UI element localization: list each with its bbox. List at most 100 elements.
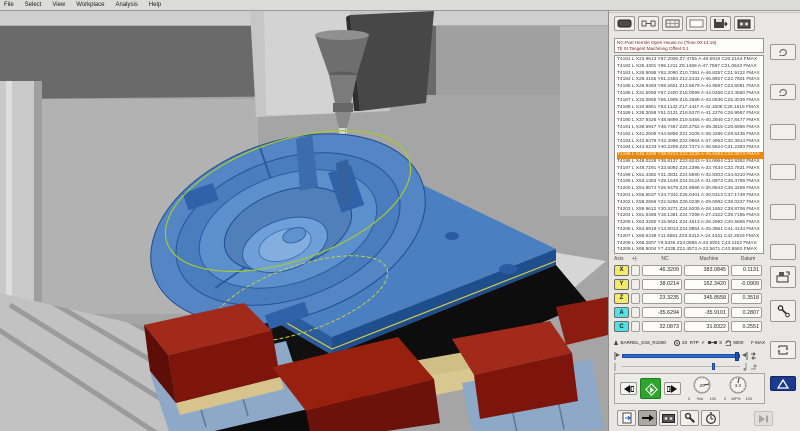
simulation-controls: 20 0 %/s 100 3.0 0 WF% 100 bbox=[614, 373, 765, 404]
nc-line[interactable]: T4190 L X37.9426 Y48.8899 Z19.5456 A-40.… bbox=[617, 118, 763, 125]
time-analysis-button[interactable] bbox=[701, 410, 720, 426]
axis-datum-value: 0.2551 bbox=[731, 321, 762, 333]
nc-line[interactable]: T4185 L X29.9483 Y59.2601 Z13.6679 A-44.… bbox=[617, 84, 763, 91]
cassette-small-icon bbox=[662, 413, 675, 423]
axis-sign-box[interactable] bbox=[631, 307, 640, 319]
secondary-slider[interactable] bbox=[622, 363, 740, 370]
loop-mode-button[interactable] bbox=[770, 341, 796, 359]
rotate-view-button-2[interactable] bbox=[770, 84, 796, 100]
rotation-icon bbox=[725, 340, 731, 346]
nc-line[interactable]: T4182 L X25.4301 Y65.1211 Z9.1468 A-47.7… bbox=[617, 64, 763, 71]
axis-nc-value: 32.0873 bbox=[642, 321, 682, 333]
rotate-view-button-1[interactable] bbox=[770, 44, 796, 60]
menu-item-file[interactable]: File bbox=[4, 2, 14, 8]
arrow-right-icon bbox=[641, 414, 654, 422]
check-icon: ✓ bbox=[701, 339, 706, 345]
start-simulation-button[interactable] bbox=[640, 378, 661, 399]
fixture-view-icon[interactable] bbox=[638, 16, 659, 31]
tool-change-button[interactable] bbox=[770, 266, 796, 288]
skip-to-end-icon bbox=[759, 414, 768, 423]
nc-line[interactable]: T4197 L X49.7291 Y33.6092 Z24.2396 A-33.… bbox=[617, 166, 763, 173]
machine-settings-button[interactable] bbox=[770, 300, 796, 322]
menu-item-select[interactable]: Select bbox=[25, 2, 42, 8]
speed-dial-value: 20 bbox=[699, 383, 705, 388]
step-back-button[interactable] bbox=[620, 382, 637, 395]
nc-line-current[interactable]: T4195 L X46.3209 Y38.0214 Z23.3235 A-35.… bbox=[617, 152, 763, 159]
view-mode-toolbar bbox=[614, 16, 755, 31]
rotate-arrows-icon bbox=[778, 49, 787, 56]
wireframe-view-icon[interactable] bbox=[662, 16, 683, 31]
axis-machine-value: 162.3420 bbox=[684, 278, 729, 290]
nc-line[interactable]: T4192 L X41.2605 Y44.5859 Z21.3105 A-38.… bbox=[617, 132, 763, 139]
axis-sign-box[interactable] bbox=[631, 292, 640, 304]
nc-line[interactable]: T4187 L X33.0855 Y55.1905 Z16.2689 A-43.… bbox=[617, 98, 763, 105]
blank-view-icon[interactable] bbox=[686, 16, 707, 31]
collision-warning-button[interactable] bbox=[770, 376, 796, 391]
nc-line[interactable]: T4181 L X23.9613 Y67.2006 Z7.4755 A-48.6… bbox=[617, 57, 763, 64]
axis-nc-value: 23.3235 bbox=[642, 292, 682, 304]
axis-sign-box[interactable] bbox=[631, 321, 640, 333]
skip-to-end-button[interactable] bbox=[754, 411, 773, 426]
tool-settings-button[interactable] bbox=[680, 410, 699, 426]
nc-line[interactable]: T4186 L X31.5056 Y57.2400 Z15.0099 A-44.… bbox=[617, 91, 763, 98]
menu-item-analysis[interactable]: Analysis bbox=[116, 2, 138, 8]
nc-line-list[interactable]: T4181 L X23.9613 Y67.2006 Z7.4755 A-48.6… bbox=[614, 55, 764, 254]
feed-override-dial[interactable]: 3.0 0 WF% 100 bbox=[723, 376, 753, 401]
axis-row-c: C 32.0873 31.8322 0.2551 bbox=[614, 320, 766, 334]
nc-tape-button[interactable] bbox=[659, 410, 678, 426]
axis-label-y[interactable]: Y bbox=[614, 278, 629, 290]
rail-button-6[interactable] bbox=[770, 244, 796, 260]
axis-sign-box[interactable] bbox=[631, 278, 640, 290]
nc-line[interactable]: T4209 L X69.9004 Y7.4338 Z22.4573 A-22.5… bbox=[617, 247, 763, 253]
swap-range-icon[interactable] bbox=[750, 351, 757, 360]
jump-icon[interactable] bbox=[750, 363, 757, 371]
axis-machine-value: -35.9101 bbox=[684, 307, 729, 319]
rail-button-3[interactable] bbox=[770, 124, 796, 140]
block-start-icon bbox=[614, 351, 620, 360]
nc-line[interactable]: T4207 L X66.6439 Y11.6581 Z23.6312 A-24.… bbox=[617, 234, 763, 241]
axis-nc-value: 46.3209 bbox=[642, 264, 682, 276]
rail-button-5[interactable] bbox=[770, 204, 796, 220]
3d-viewport[interactable] bbox=[0, 11, 608, 431]
nc-line[interactable]: T4202 L X58.2656 Y22.5266 Z25.0238 A-29.… bbox=[617, 200, 763, 207]
nc-simulation-panel: NC simulation × NC-Part Hermle Open Hous… bbox=[608, 0, 800, 431]
speed-dial[interactable]: 20 0 %/s 100 bbox=[687, 376, 717, 401]
axis-label-z[interactable]: Z bbox=[614, 292, 629, 304]
spindle-label: S bbox=[719, 340, 723, 345]
nc-line[interactable]: T4200 L X54.8574 Y26.9478 Z24.9686 A-30.… bbox=[617, 186, 763, 193]
stock-solid-icon[interactable] bbox=[614, 16, 635, 31]
menu-item-view[interactable]: View bbox=[52, 2, 65, 8]
menu-item-help[interactable]: Help bbox=[149, 2, 161, 8]
rail-button-4[interactable] bbox=[770, 164, 796, 180]
rtp-mode-icon bbox=[673, 339, 680, 346]
step-back-icon bbox=[624, 384, 634, 393]
step-forward-button[interactable] bbox=[664, 382, 681, 395]
axis-label-x[interactable]: X bbox=[614, 264, 629, 276]
axis-nc-value: 38.0214 bbox=[642, 278, 682, 290]
program-progress-slider[interactable] bbox=[622, 352, 740, 361]
nc-line[interactable]: T4201 L X56.5637 Y24.7342 Z25.0401 A-30.… bbox=[617, 193, 763, 200]
menu-item-workplace[interactable]: Workplace bbox=[76, 2, 104, 8]
feed-label: F MAX bbox=[750, 340, 766, 345]
axis-label-c[interactable]: C bbox=[614, 321, 629, 333]
nc-line[interactable]: T4205 L X63.3260 Y15.9621 Z24.4513 A-26.… bbox=[617, 220, 763, 227]
nc-line[interactable]: T4191 L X39.5947 Y46.7467 Z20.4752 A-39.… bbox=[617, 125, 763, 132]
cassette-icon[interactable] bbox=[734, 16, 755, 31]
nc-program-offset: Tb St Tangent Machining Offset 0.1 bbox=[617, 45, 689, 51]
axis-label-a[interactable]: A bbox=[614, 307, 629, 319]
save-state-icon[interactable] bbox=[710, 16, 731, 31]
single-block-button[interactable] bbox=[638, 410, 657, 426]
nc-line[interactable]: T4196 L X48.0228 Y35.8137 Z23.8243 A-34.… bbox=[617, 159, 763, 166]
secondary-handle[interactable] bbox=[711, 363, 716, 370]
axis-datum-value: 0.2807 bbox=[731, 307, 762, 319]
progress-handle[interactable] bbox=[735, 352, 739, 361]
nc-line[interactable]: T4206 L X64.9918 Y13.8013 Z24.0854 A-25.… bbox=[617, 227, 763, 234]
nc-program-header: NC-Part Hermle Open House.nc (Time 00:14… bbox=[614, 38, 764, 53]
restart-program-button[interactable] bbox=[617, 410, 636, 426]
axis-row-x: X 46.3209 383.0845 0.1131 bbox=[614, 263, 766, 277]
axis-sign-box[interactable] bbox=[631, 264, 640, 276]
axis-machine-value: 345.8558 bbox=[684, 292, 729, 304]
axis-datum-value: 0.3518 bbox=[731, 292, 762, 304]
axis-row-z: Z 23.3235 345.8558 0.3518 bbox=[614, 291, 766, 305]
axis-nc-value: -35.6294 bbox=[642, 307, 682, 319]
